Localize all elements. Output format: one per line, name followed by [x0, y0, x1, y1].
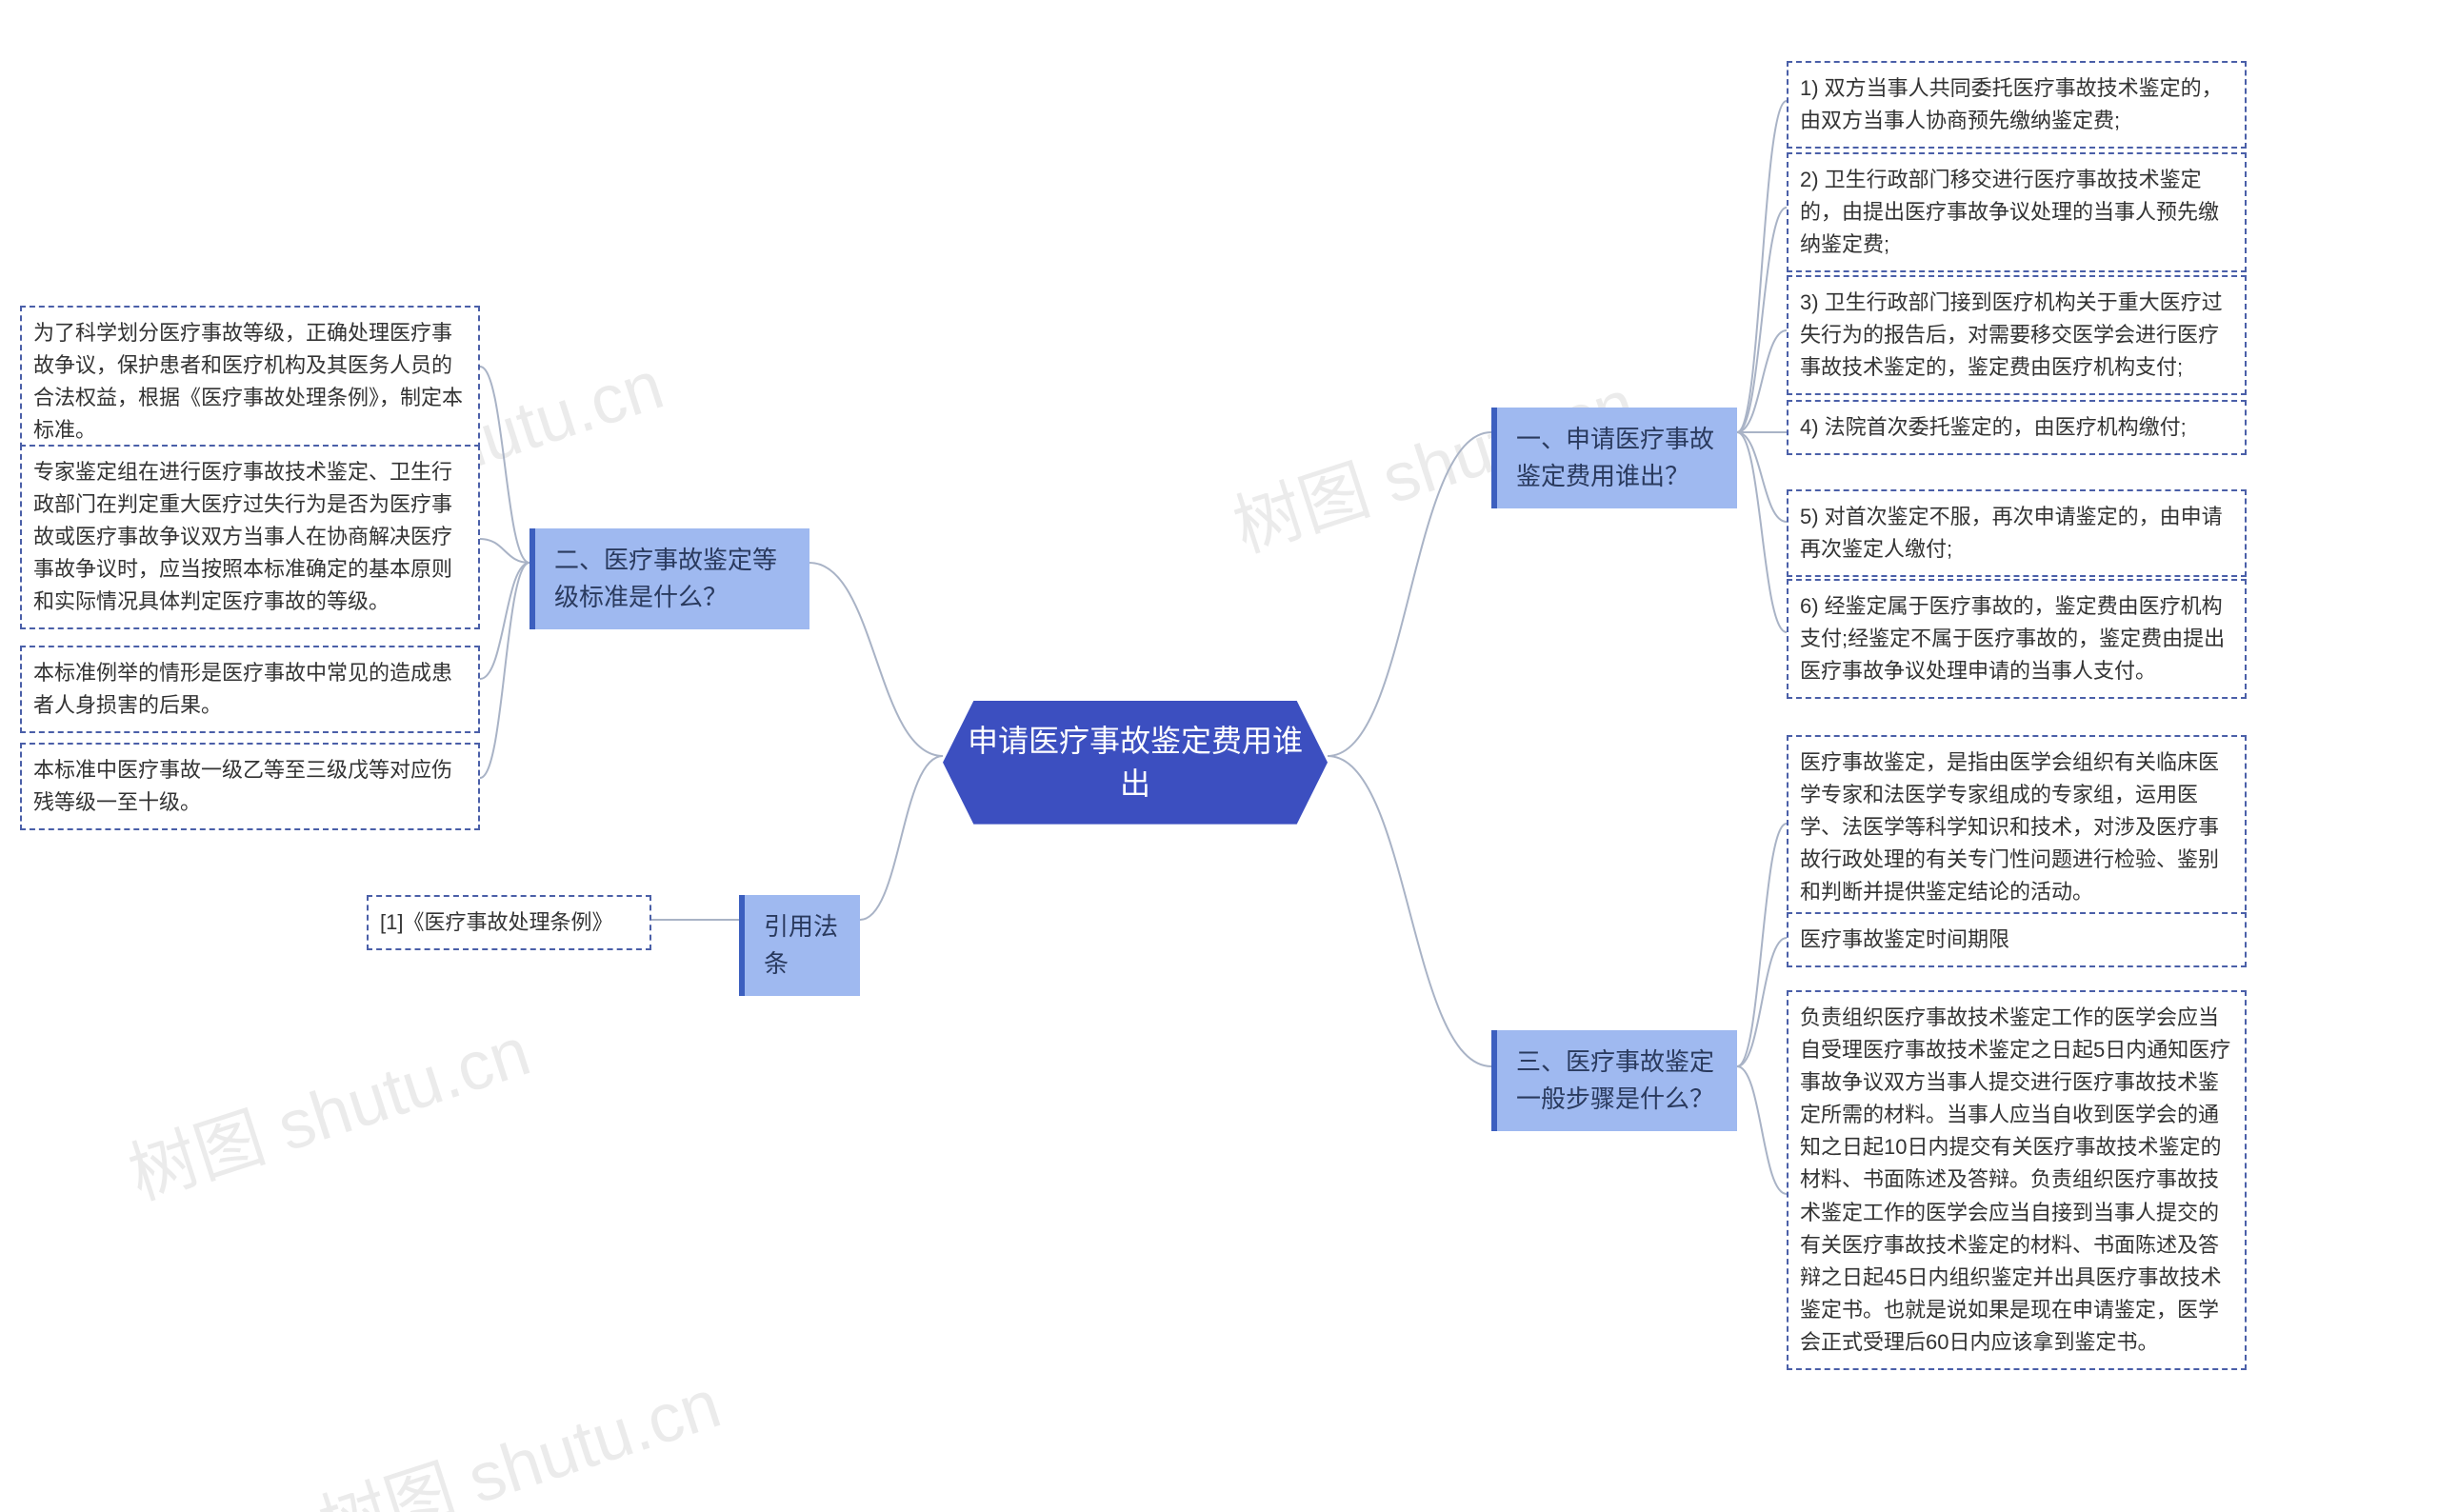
leaf-b3-3[interactable]: 负责组织医疗事故技术鉴定工作的医学会应当自受理医疗事故技术鉴定之日起5日内通知医…	[1787, 990, 2247, 1370]
watermark: 树图 shutu.cn	[114, 995, 540, 1219]
center-node[interactable]: 申请医疗事故鉴定费用谁出	[943, 701, 1328, 825]
leaf-b1-6[interactable]: 6) 经鉴定属于医疗事故的，鉴定费由医疗机构支付;经鉴定不属于医疗事故的，鉴定费…	[1787, 579, 2247, 699]
leaf-b3-2[interactable]: 医疗事故鉴定时间期限	[1787, 912, 2247, 967]
leaf-b1-1[interactable]: 1) 双方当事人共同委托医疗事故技术鉴定的，由双方当事人协商预先缴纳鉴定费;	[1787, 61, 2247, 149]
leaf-b2-3[interactable]: 本标准例举的情形是医疗事故中常见的造成患者人身损害的后果。	[20, 646, 480, 733]
leaf-b1-3[interactable]: 3) 卫生行政部门接到医疗机构关于重大医疗过失行为的报告后，对需要移交医学会进行…	[1787, 275, 2247, 395]
mindmap-canvas: 树图 shutu.cn 树图 shutu.cn 树图 shutu.cn 树图 s…	[0, 0, 2438, 1512]
leaf-b1-5[interactable]: 5) 对首次鉴定不服，再次申请鉴定的，由申请再次鉴定人缴付;	[1787, 489, 2247, 577]
watermark: 树图 shutu.cn	[305, 1347, 730, 1512]
branch-2-label: 二、医疗事故鉴定等级标准是什么？	[554, 546, 777, 611]
leaf-b2-2[interactable]: 专家鉴定组在进行医疗事故技术鉴定、卫生行政部门在判定重大医疗过失行为是否为医疗事…	[20, 445, 480, 629]
branch-3[interactable]: 三、医疗事故鉴定一般步骤是什么？	[1491, 1030, 1737, 1131]
branch-4-label: 引用法条	[764, 912, 838, 978]
leaf-b2-4[interactable]: 本标准中医疗事故一级乙等至三级戊等对应伤残等级一至十级。	[20, 743, 480, 830]
branch-4[interactable]: 引用法条	[739, 895, 860, 996]
branch-1[interactable]: 一、申请医疗事故鉴定费用谁出？	[1491, 408, 1737, 508]
branch-3-label: 三、医疗事故鉴定一般步骤是什么？	[1516, 1047, 1714, 1113]
leaf-b1-2[interactable]: 2) 卫生行政部门移交进行医疗事故技术鉴定的，由提出医疗事故争议处理的当事人预先…	[1787, 152, 2247, 272]
branch-1-label: 一、申请医疗事故鉴定费用谁出？	[1516, 425, 1714, 490]
leaf-b3-1[interactable]: 医疗事故鉴定，是指由医学会组织有关临床医学专家和法医学专家组成的专家组，运用医学…	[1787, 735, 2247, 920]
leaf-b2-1[interactable]: 为了科学划分医疗事故等级，正确处理医疗事故争议，保护患者和医疗机构及其医务人员的…	[20, 306, 480, 458]
branch-2[interactable]: 二、医疗事故鉴定等级标准是什么？	[530, 528, 809, 629]
leaf-b4-1[interactable]: [1]《医疗事故处理条例》	[367, 895, 651, 950]
leaf-b1-4[interactable]: 4) 法院首次委托鉴定的，由医疗机构缴付;	[1787, 400, 2247, 455]
